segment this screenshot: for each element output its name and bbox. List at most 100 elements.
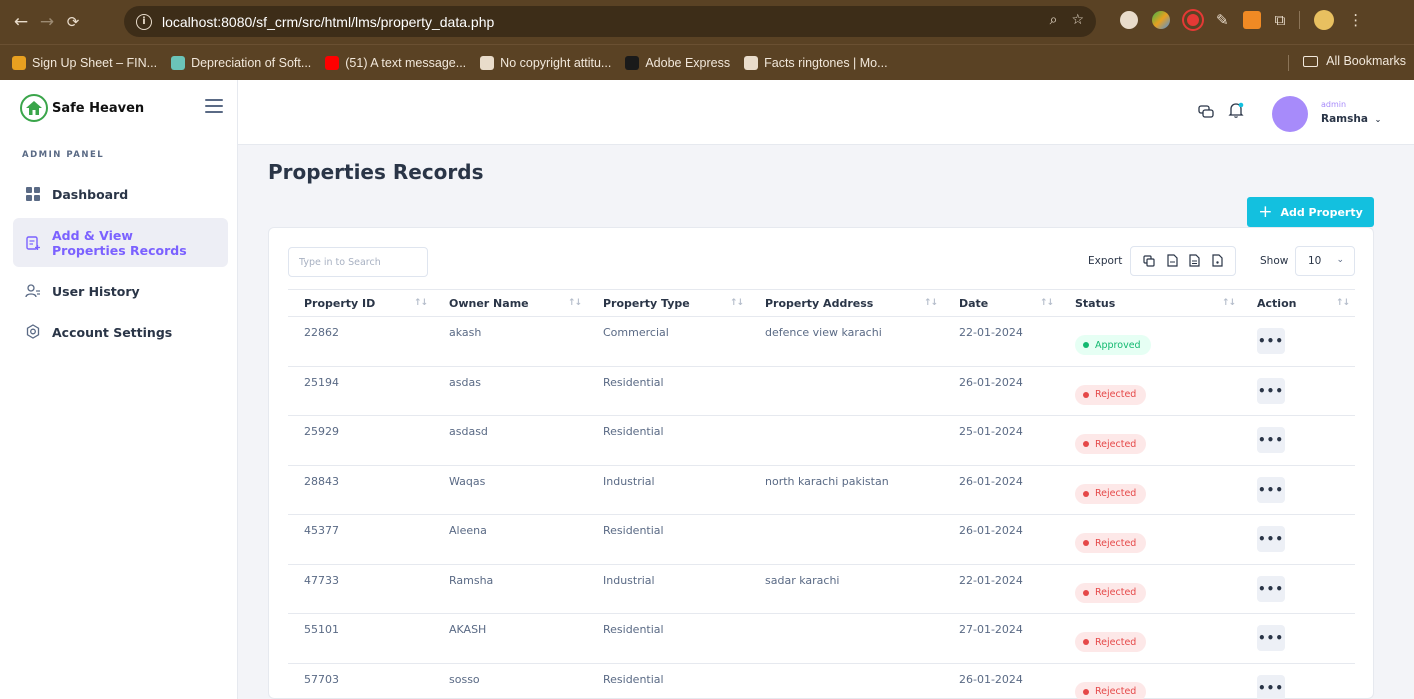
cell-status: Rejected [1059, 564, 1241, 614]
column-header-date[interactable]: Date ↑↓ [943, 289, 1059, 317]
column-header-owner-name[interactable]: Owner Name ↑↓ [433, 289, 587, 317]
profile-avatar-icon[interactable] [1314, 10, 1335, 30]
status-badge: Rejected [1075, 434, 1147, 454]
row-actions-more-icon[interactable]: ••• [1257, 476, 1285, 503]
cell-action: ••• [1241, 663, 1355, 699]
bookmark-label: Adobe Express [645, 55, 731, 70]
bookmark-label: Depreciation of Soft... [191, 55, 312, 70]
search-input[interactable] [288, 247, 428, 277]
sidebar-item-account-settings[interactable]: Account Settings [13, 318, 228, 346]
colorful-extension-icon[interactable] [1152, 11, 1170, 29]
star-icon[interactable]: ☆ [1071, 12, 1084, 28]
sidebar-item-user-history[interactable]: User History [13, 277, 228, 305]
status-dot-icon [1083, 688, 1089, 695]
pdf-icon[interactable] [1212, 252, 1223, 271]
column-label: Action [1257, 296, 1297, 310]
row-actions-more-icon[interactable]: ••• [1257, 328, 1285, 354]
status-text: Approved [1095, 339, 1141, 351]
add-property-button[interactable]: + Add Property [1247, 197, 1374, 227]
eyedropper-extension-icon[interactable]: ✎ [1216, 11, 1229, 29]
column-header-property-id[interactable]: Property ID ↑↓ [288, 289, 433, 317]
row-actions-more-icon[interactable]: ••• [1257, 625, 1285, 651]
cell-type: Commercial [587, 316, 749, 367]
bookmark-item[interactable]: Adobe Express [625, 55, 731, 70]
row-actions-more-icon[interactable]: ••• [1257, 377, 1285, 404]
table-row[interactable]: 55101 AKASH Residential 27-01-2024 Rejected •… [288, 613, 1355, 664]
cell-address: sadar karachi [749, 564, 943, 614]
excel-icon[interactable] [1189, 252, 1200, 271]
table-row[interactable]: 28843 Waqas Industrial north karachi pakist… [288, 465, 1355, 515]
user-name-dropdown[interactable]: Ramsha ⌄ [1321, 113, 1381, 125]
bell-icon[interactable] [1228, 102, 1244, 123]
chat-icon[interactable] [1198, 104, 1214, 123]
red-extension-icon[interactable] [1184, 11, 1202, 29]
address-bar[interactable]: i localhost:8080/sf_crm/src/html/lms/pro… [124, 6, 1096, 37]
sidebar-item-label: User History [52, 283, 140, 299]
status-text: Rejected [1095, 438, 1137, 450]
puzzle-extension-icon[interactable]: ⧉ [1275, 11, 1286, 29]
brand-name: Safe Heaven [52, 100, 145, 116]
row-actions-more-icon[interactable]: ••• [1257, 575, 1285, 602]
sort-icon: ↑↓ [729, 298, 744, 308]
globe-extension-icon[interactable] [1120, 11, 1138, 29]
reload-icon[interactable]: ⟳ [60, 13, 86, 31]
cell-action: ••• [1241, 366, 1355, 416]
copy-icon[interactable] [1143, 252, 1155, 271]
cell-date: 22-01-2024 [943, 316, 1059, 367]
table-row[interactable]: 47733 Ramsha Industrial sadar karachi 22-01-… [288, 564, 1355, 614]
menu-kebab-icon[interactable]: ⋮ [1348, 11, 1363, 29]
status-dot-icon [1083, 441, 1089, 447]
cell-action: ••• [1241, 613, 1355, 664]
bookmark-item[interactable]: (51) A text message... [325, 55, 467, 70]
forward-icon[interactable]: → [34, 12, 60, 32]
table-row[interactable]: 45377 Aleena Residential 26-01-2024 Rejected… [288, 514, 1355, 565]
status-text: Rejected [1095, 636, 1137, 648]
hamburger-menu-icon[interactable] [205, 99, 223, 117]
cell-action: ••• [1241, 564, 1355, 614]
column-header-action[interactable]: Action ↑↓ [1241, 289, 1355, 317]
cell-address [749, 415, 943, 466]
row-actions-more-icon[interactable]: ••• [1257, 427, 1285, 453]
site-info-icon[interactable]: i [136, 13, 152, 30]
column-header-status[interactable]: Status ↑↓ [1059, 289, 1241, 317]
all-bookmarks-button[interactable]: All Bookmarks [1303, 54, 1406, 68]
back-icon[interactable]: ← [8, 12, 34, 32]
add-property-label: Add Property [1280, 205, 1363, 219]
sort-icon: ↑↓ [1039, 298, 1054, 308]
bookmark-item[interactable]: Facts ringtones | Mo... [744, 55, 888, 70]
sidebar-item-properties[interactable]: Add & View Properties Records [13, 218, 228, 267]
sort-icon: ↑↓ [1221, 298, 1236, 308]
cell-owner: Ramsha [433, 564, 587, 614]
column-header-property-type[interactable]: Property Type ↑↓ [587, 289, 749, 317]
zoom-icon[interactable]: ⌕ [1050, 12, 1058, 28]
bookmark-favicon-icon [171, 55, 186, 70]
page-size-select[interactable]: 10 ⌄ [1295, 246, 1355, 276]
table-row[interactable]: 22862 akash Commercial defence view karachi… [288, 316, 1355, 367]
bookmark-favicon-icon [480, 55, 495, 70]
csv-icon[interactable] [1167, 252, 1178, 271]
row-actions-more-icon[interactable]: ••• [1257, 674, 1285, 699]
cell-address [749, 613, 943, 664]
table-row[interactable]: 25929 asdasd Residential 25-01-2024 Rejected… [288, 415, 1355, 466]
cell-status: Rejected [1059, 613, 1241, 664]
sidebar-item-dashboard[interactable]: Dashboard [13, 180, 228, 208]
bookmark-item[interactable]: Sign Up Sheet – FIN... [12, 55, 157, 70]
brand[interactable]: Safe Heaven [20, 94, 144, 122]
cell-date: 26-01-2024 [943, 366, 1059, 416]
avatar[interactable] [1272, 96, 1308, 132]
cell-type: Industrial [587, 465, 749, 515]
row-actions-more-icon[interactable]: ••• [1257, 526, 1285, 552]
bookmark-label: (51) A text message... [345, 55, 467, 70]
bookmark-item[interactable]: No copyright attitu... [480, 55, 611, 70]
column-header-property-address[interactable]: Property Address ↑↓ [749, 289, 943, 317]
cell-action: ••• [1241, 465, 1355, 515]
bookmark-item[interactable]: Depreciation of Soft... [171, 55, 312, 70]
sort-icon: ↑↓ [567, 298, 582, 308]
table-row[interactable]: 25194 asdas Residential 26-01-2024 Rejected •… [288, 366, 1355, 416]
fox-extension-icon[interactable] [1242, 11, 1261, 29]
cell-type: Residential [587, 663, 749, 699]
bookmark-favicon-icon [625, 55, 640, 70]
cell-status: Rejected [1059, 415, 1241, 466]
cell-owner: Waqas [433, 465, 587, 515]
table-row[interactable]: 57703 sosso Residential 26-01-2024 Rejected •… [288, 663, 1355, 699]
